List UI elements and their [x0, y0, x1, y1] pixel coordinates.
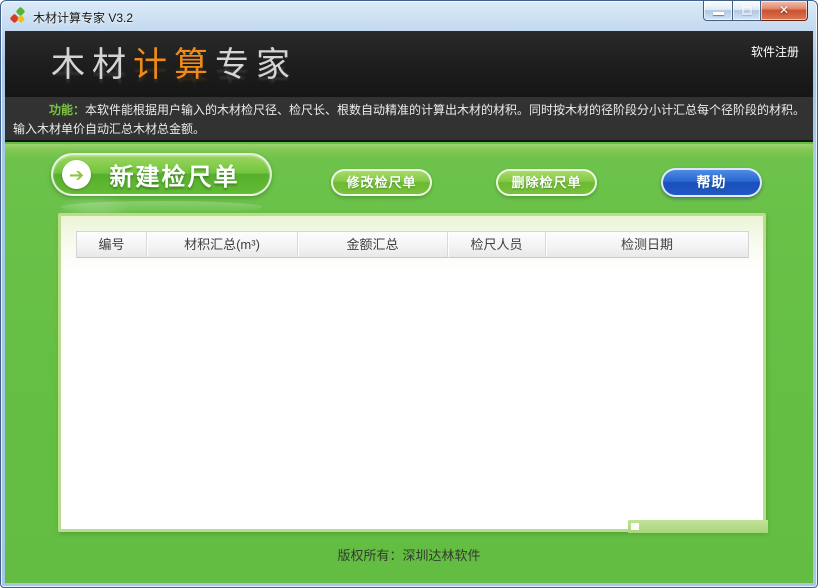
list-panel: 编号 材积汇总(m³) 金额汇总 检尺人员 检测日期 [58, 213, 766, 532]
table-header-row: 编号 材积汇总(m³) 金额汇总 检尺人员 检测日期 [76, 231, 749, 258]
column-header-volume-total[interactable]: 材积汇总(m³) [146, 232, 297, 257]
arrow-circle: ➔ [62, 160, 91, 189]
window-title: 木材计算专家 V3.2 [33, 9, 133, 26]
brand-header: 木材计算专家 木材计算专家 软件注册 [5, 31, 813, 97]
app-window: 木材计算专家 V3.2 ✕ 木材计算专家 木材计算专家 软件注册 [0, 0, 818, 588]
function-description-bar: 功能：本软件能根据用户输入的木材检尺径、检尺长、根数自动精准的计算出木材的材积。… [5, 97, 813, 142]
inspection-sheet-table: 编号 材积汇总(m³) 金额汇总 检尺人员 检测日期 [76, 231, 749, 260]
function-line-1: 功能：本软件能根据用户输入的木材检尺径、检尺长、根数自动精准的计算出木材的材积。… [13, 101, 805, 120]
new-button-label: 新建检尺单 [91, 157, 270, 192]
titlebar[interactable]: 木材计算专家 V3.2 ✕ [1, 1, 817, 31]
maximize-icon [742, 6, 752, 15]
minimize-icon [713, 12, 724, 15]
horizontal-scrollbar[interactable] [628, 520, 768, 533]
scrollbar-thumb[interactable] [631, 523, 639, 530]
caption-buttons: ✕ [703, 1, 808, 21]
close-button[interactable]: ✕ [761, 1, 808, 21]
edit-inspection-sheet-button[interactable]: 修改检尺单 [331, 169, 432, 196]
table-body-empty [76, 258, 749, 260]
close-icon: ✕ [761, 3, 807, 17]
maximize-button[interactable] [733, 1, 761, 21]
function-text-2: 输入木材单价自动汇总木材总金额。 [13, 122, 205, 136]
brand-reflection: 木材计算专家 [51, 67, 297, 93]
function-text-1: 本软件能根据用户输入的木材检尺径、检尺长、根数自动精准的计算出木材的材积。同时按… [85, 103, 805, 117]
function-label: 功能： [49, 103, 85, 117]
minimize-button[interactable] [703, 1, 733, 21]
software-register-link[interactable]: 软件注册 [751, 43, 799, 60]
window-content: 木材计算专家 木材计算专家 软件注册 功能：本软件能根据用户输入的木材检尺径、检… [5, 31, 813, 583]
new-inspection-sheet-button[interactable]: ➔ 新建检尺单 [51, 153, 272, 196]
app-icon-cube-yellow [17, 15, 25, 23]
app-icon [10, 8, 26, 24]
column-header-id[interactable]: 编号 [77, 232, 146, 257]
new-button-reflection [61, 201, 262, 213]
help-button[interactable]: 帮助 [661, 168, 762, 197]
delete-inspection-sheet-button[interactable]: 删除检尺单 [496, 169, 597, 196]
column-header-amount-total[interactable]: 金额汇总 [297, 232, 447, 257]
column-header-date[interactable]: 检测日期 [545, 232, 748, 257]
arrow-right-icon: ➔ [69, 166, 84, 184]
column-header-inspector[interactable]: 检尺人员 [447, 232, 545, 257]
copyright-text: 版权所有：深圳达林软件 [5, 545, 813, 564]
function-line-2: 输入木材单价自动汇总木材总金额。 [13, 120, 805, 139]
